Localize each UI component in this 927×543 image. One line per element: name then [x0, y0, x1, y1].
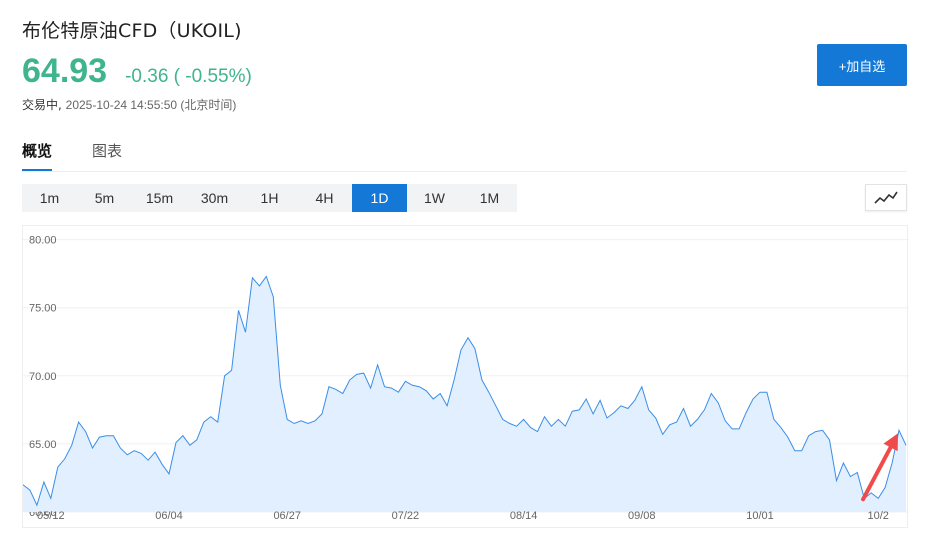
period-30m[interactable]: 30m [187, 184, 242, 212]
tab-overview[interactable]: 概览 [22, 140, 53, 172]
chart-type-toggle-button[interactable] [865, 184, 907, 211]
y-tick-label: 70.00 [29, 371, 57, 383]
add-to-watchlist-button[interactable]: +加自选 [817, 44, 907, 86]
period-15m[interactable]: 15m [132, 184, 187, 212]
period-1m[interactable]: 1m [22, 184, 77, 212]
period-1d[interactable]: 1D [352, 184, 407, 212]
price-chart-svg: 80.0075.0070.0065.0060.0005/12 06/04 06/27… [23, 235, 909, 522]
x-tick-label: 06/04 [155, 510, 183, 522]
x-tick-label: 07/22 [392, 510, 420, 522]
period-1h[interactable]: 1H [242, 184, 297, 212]
status-label: 交易中, [22, 98, 62, 112]
x-tick-label: 10/2 [867, 510, 888, 522]
y-tick-label: 65.00 [29, 439, 57, 451]
price-change: -0.36 ( -0.55%) [125, 66, 252, 87]
x-tick-label: 05/12 [37, 510, 65, 522]
last-price: 64.93 [22, 52, 108, 90]
line-chart-icon [874, 191, 898, 204]
tabs-divider [22, 171, 907, 172]
y-tick-label: 75.00 [29, 303, 57, 315]
view-tabs: 概览 图表 [22, 140, 162, 172]
timestamp: 2025-10-24 14:55:50 (北京时间) [65, 98, 237, 112]
trading-status: 交易中, 2025-10-24 14:55:50 (北京时间) [22, 96, 236, 113]
period-1w[interactable]: 1W [407, 184, 462, 212]
x-tick-label: 09/08 [628, 510, 656, 522]
period-1mo[interactable]: 1M [462, 184, 517, 212]
x-tick-label: 10/01 [746, 510, 774, 522]
price-area [23, 276, 906, 512]
x-tick-label: 06/27 [273, 510, 301, 522]
price-row: 64.93 -0.36 ( -0.55%) [22, 52, 252, 91]
price-chart[interactable]: 80.00 75.00 70.00 65.00 60.00 05/12 06/04 06/27… [22, 225, 909, 528]
period-5m[interactable]: 5m [77, 184, 132, 212]
y-tick-label: 80.00 [29, 235, 57, 247]
period-4h[interactable]: 4H [297, 184, 352, 212]
tab-chart[interactable]: 图表 [92, 140, 122, 172]
period-selector: 1m 5m 15m 30m 1H 4H 1D 1W 1M [22, 184, 517, 212]
x-tick-label: 08/14 [510, 510, 538, 522]
instrument-title: 布伦特原油CFD（UKOIL) [22, 20, 242, 42]
